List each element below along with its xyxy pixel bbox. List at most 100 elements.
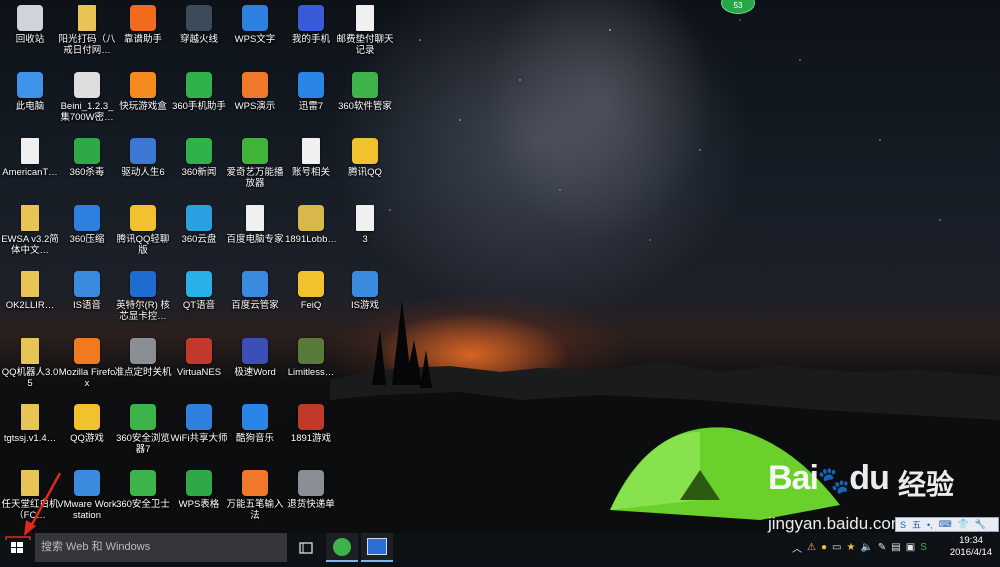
desktop-icon[interactable]: 360手机助手: [169, 72, 229, 112]
desktop-icon[interactable]: 百度电脑专家: [225, 205, 285, 245]
desktop-icon[interactable]: 准点定时关机: [113, 338, 173, 378]
monitor-app-icon: [367, 538, 387, 555]
360-browser-icon: [130, 404, 156, 430]
desktop-icon[interactable]: VirtuaNES: [169, 338, 229, 378]
360-news-icon: [186, 138, 212, 164]
desktop-icon-label: 靠谱助手: [123, 34, 162, 45]
desktop-icon[interactable]: 迅雷7: [281, 72, 341, 112]
desktop-icon[interactable]: FeiQ: [281, 271, 341, 311]
document-icon: [356, 205, 374, 231]
desktop-icon[interactable]: 英特尔(R) 核芯显卡控…: [113, 271, 173, 322]
desktop-icon-label: 1891Lobb…: [285, 234, 337, 245]
desktop-icon[interactable]: WiFi共享大师: [169, 404, 229, 444]
star-icon[interactable]: ★: [846, 542, 855, 553]
desktop-icon[interactable]: 穿越火线: [169, 5, 229, 45]
kuaiwan-game-box-icon: [130, 72, 156, 98]
xunlei-icon: [298, 72, 324, 98]
qq-icon[interactable]: ●: [821, 542, 827, 553]
desktop-icon[interactable]: WPS演示: [225, 72, 285, 112]
desktop-icon[interactable]: 账号相关: [281, 138, 341, 178]
desktop-icon-label: 腾讯QQ: [348, 167, 382, 178]
desktop-icon-label: WPS表格: [178, 499, 220, 510]
desktop-icon[interactable]: 1891游戏: [281, 404, 341, 444]
desktop-icon[interactable]: 驱动人生6: [113, 138, 173, 178]
desktop-icon[interactable]: 极速Word: [225, 338, 285, 378]
ime-item[interactable]: ⌨: [937, 519, 954, 530]
desktop-icon[interactable]: 快玩游戏盒: [113, 72, 173, 112]
desktop-icon-label: 退货快递单: [287, 499, 335, 510]
game-icon: [298, 404, 324, 430]
desktop-icon-label: QT语音: [182, 300, 216, 311]
desktop-icon[interactable]: 退货快递单: [281, 470, 341, 510]
desktop-icon[interactable]: 360安全卫士: [113, 470, 173, 510]
chevron-up-icon[interactable]: ︿: [792, 540, 802, 555]
desktop-icon[interactable]: IS游戏: [335, 271, 395, 311]
ime-item[interactable]: S: [898, 520, 908, 530]
desktop-icon[interactable]: 百度云管家: [225, 271, 285, 311]
desktop-icon-label: 1891游戏: [290, 433, 332, 444]
clock-date: 2016/4/14: [949, 547, 993, 558]
desktop-icon-label: 360软件管家: [338, 101, 392, 112]
desktop-icon-label: 驱动人生6: [121, 167, 165, 178]
desktop-icon[interactable]: 360云盘: [169, 205, 229, 245]
task-view-icon: [299, 541, 313, 554]
task-view-button[interactable]: [290, 533, 322, 562]
document-icon: [302, 138, 320, 164]
taskbar-app-360-browser[interactable]: [326, 533, 358, 562]
desktop-icon[interactable]: 腾讯QQ轻聊版: [113, 205, 173, 256]
ime-item[interactable]: 👕: [956, 519, 971, 530]
notification-icon[interactable]: ▣: [906, 542, 915, 553]
desktop-icon-label: Limitless…: [287, 367, 335, 378]
desktop-icon-label: WiFi共享大师: [170, 433, 228, 444]
desktop-icon[interactable]: 酷狗音乐: [225, 404, 285, 444]
desktop-icon[interactable]: WPS表格: [169, 470, 229, 510]
virtuanes-icon: [186, 338, 212, 364]
notification-count: 53: [733, 1, 743, 10]
intel-graphics-icon: [130, 271, 156, 297]
driver-life-icon: [130, 138, 156, 164]
desktop-icon-label: 360手机助手: [172, 101, 226, 112]
kaopu-assistant-icon: [130, 5, 156, 31]
desktop-icon[interactable]: 360安全浏览器7: [113, 404, 173, 455]
system-tray: ︿ ⚠ ● ▭ ★ 🔈 ✎ ▤ ▣ S: [792, 533, 927, 562]
desktop-icon-label: WPS演示: [234, 101, 276, 112]
desktop-icon[interactable]: QT语音: [169, 271, 229, 311]
desktop-icon[interactable]: 3: [335, 205, 395, 245]
keyboard-icon: [298, 470, 324, 496]
ime-item[interactable]: 五: [910, 518, 923, 531]
document-icon: [356, 5, 374, 31]
taskbar-app-monitor[interactable]: [361, 533, 393, 562]
desktop-icon[interactable]: WPS文字: [225, 5, 285, 45]
feiq-icon: [298, 271, 324, 297]
wps-presentation-icon: [242, 72, 268, 98]
desktop-icon[interactable]: 我的手机: [281, 5, 341, 45]
wubi-ime-icon: [242, 470, 268, 496]
desktop-icon-label: 百度电脑专家: [226, 234, 284, 245]
desktop-icon-label: 迅雷7: [298, 101, 324, 112]
clock[interactable]: 19:34 2016/4/14: [944, 535, 998, 559]
360-software-manager-icon: [352, 72, 378, 98]
word-icon: [242, 338, 268, 364]
ime-toolbar[interactable]: S 五 •, ⌨ 👕 🔧: [895, 517, 999, 532]
desktop-icon[interactable]: 1891Lobb…: [281, 205, 341, 245]
ime-item[interactable]: 🔧: [973, 519, 988, 530]
desktop-icon-label: 酷狗音乐: [235, 433, 274, 444]
desktop-icon[interactable]: 爱奇艺万能播放器: [225, 138, 285, 189]
clock-time: 19:34: [959, 535, 983, 546]
battery-icon[interactable]: ▭: [832, 542, 841, 553]
volume-icon[interactable]: 🔈: [860, 542, 872, 553]
desktop-icon[interactable]: 万能五笔输入法: [225, 470, 285, 521]
network-icon[interactable]: ▤: [891, 542, 900, 553]
360-phone-assistant-icon: [186, 72, 212, 98]
warning-icon[interactable]: ⚠: [807, 542, 816, 553]
desktop-icon[interactable]: Limitless…: [281, 338, 341, 378]
desktop-icon[interactable]: 腾讯QQ: [335, 138, 395, 178]
sogou-icon[interactable]: S: [920, 542, 927, 553]
desktop-icon[interactable]: 靠谱助手: [113, 5, 173, 45]
pen-icon[interactable]: ✎: [878, 542, 886, 553]
desktop-icon[interactable]: 360新闻: [169, 138, 229, 178]
desktop-icon[interactable]: 360软件管家: [335, 72, 395, 112]
ime-item[interactable]: •,: [925, 520, 935, 530]
desktop-icon[interactable]: 邮费垫付聊天记录: [335, 5, 395, 56]
desktop-icon-label: 账号相关: [291, 167, 330, 178]
